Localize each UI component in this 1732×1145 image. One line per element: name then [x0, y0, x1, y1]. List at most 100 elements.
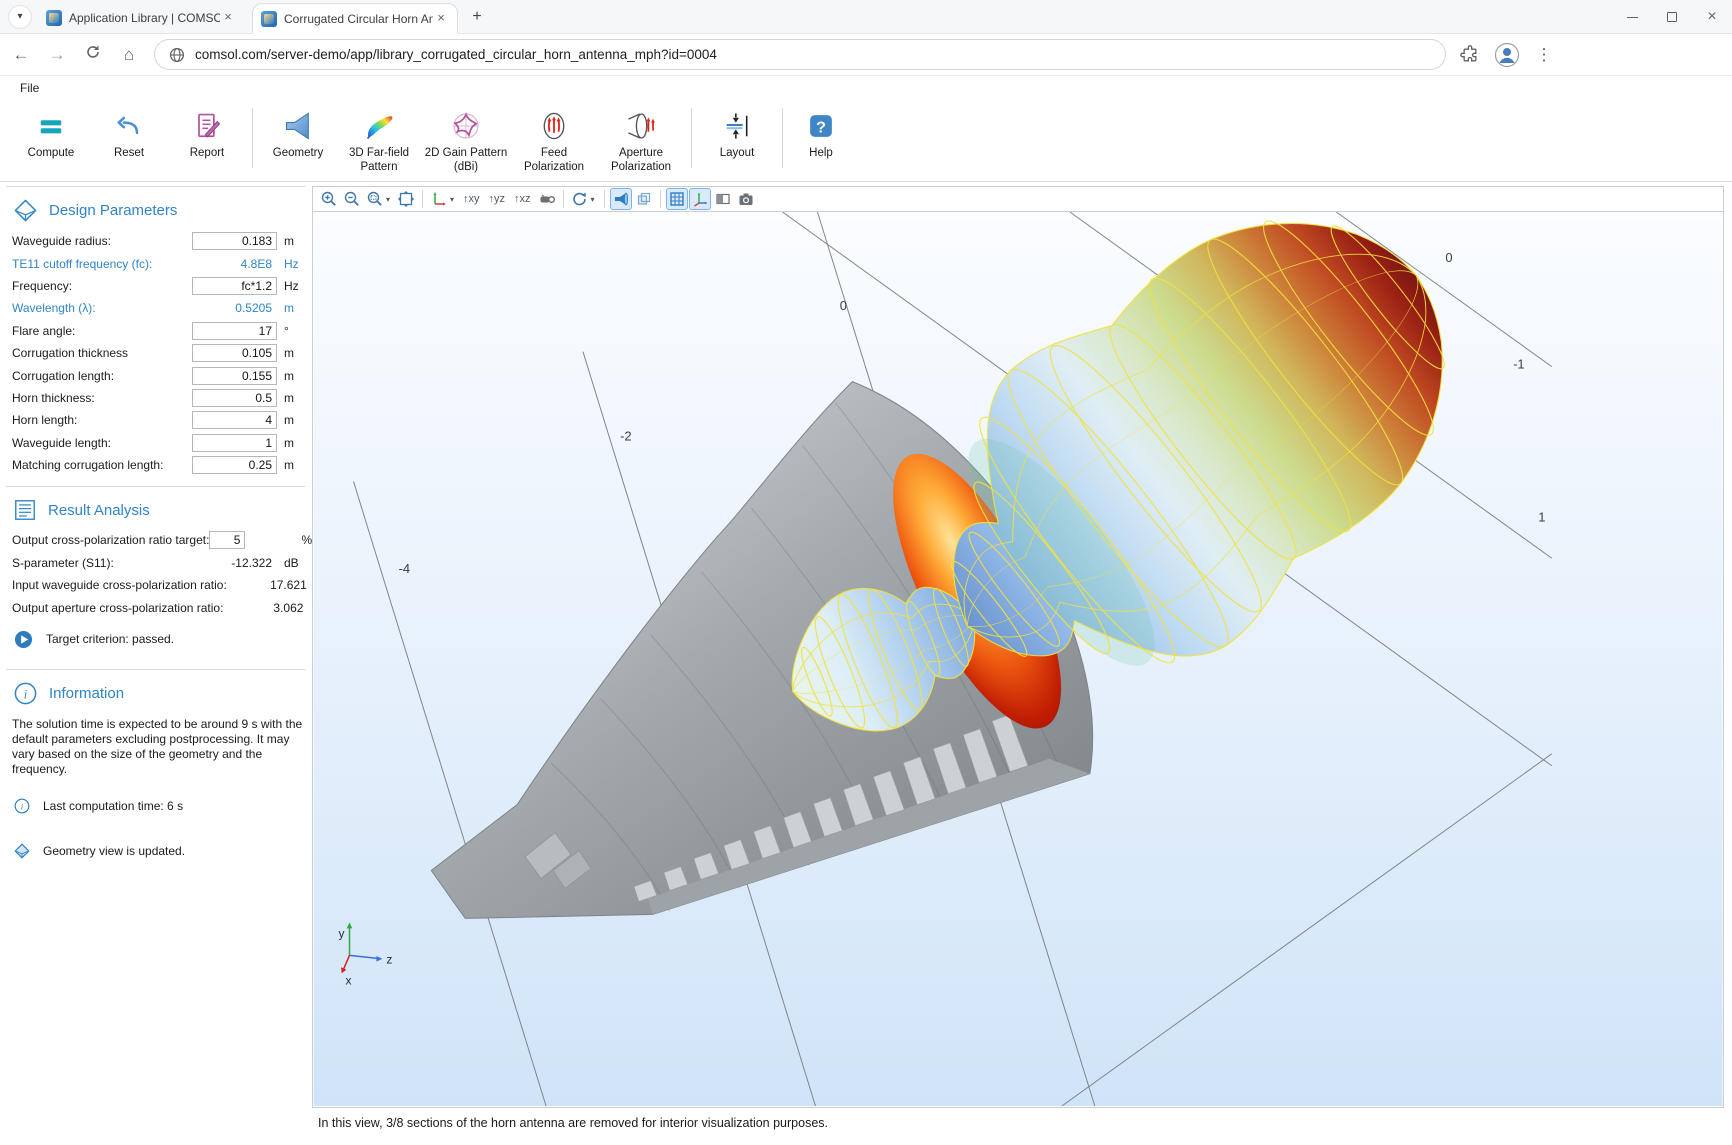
param-row-waveguide-length: Waveguide length: m: [0, 432, 311, 454]
3d-scene[interactable]: 0 -2 -4 0 -1 1 y z x: [313, 212, 1723, 1106]
svg-text:i: i: [21, 801, 24, 811]
compute-button[interactable]: Compute: [12, 100, 90, 161]
waveguide-length-input[interactable]: [192, 434, 277, 452]
toolbar-separator: [604, 190, 605, 208]
design-parameters-icon: [13, 198, 38, 223]
zoom-box-button[interactable]: ▾: [364, 188, 394, 210]
reset-button[interactable]: Reset: [90, 100, 168, 161]
layout-button[interactable]: Layout: [698, 100, 776, 161]
horn-length-input[interactable]: [192, 411, 277, 429]
scene-light-button[interactable]: [536, 188, 558, 210]
aperture-polarization-button[interactable]: Aperture Polarization: [597, 100, 685, 174]
tab-close-icon[interactable]: ×: [433, 11, 449, 27]
feed-polarization-button[interactable]: Feed Polarization: [511, 100, 597, 174]
orientation-axes-toggle[interactable]: [689, 188, 711, 210]
chevron-down-icon[interactable]: ▾: [448, 195, 456, 204]
show-farfield-toggle[interactable]: [610, 188, 632, 210]
zoom-out-icon: [343, 190, 361, 208]
tab-title: Corrugated Circular Horn Anten: [284, 12, 433, 26]
help-button[interactable]: ? Help: [789, 100, 853, 161]
toolbar-separator: [563, 190, 564, 208]
farfield-lobe-icon: [363, 110, 395, 142]
divider: [6, 186, 305, 187]
report-button[interactable]: Report: [168, 100, 246, 161]
extensions-icon[interactable]: [1460, 45, 1480, 65]
view-caption: In this view, 3/8 sections of the horn a…: [318, 1116, 828, 1130]
cross-polarization-target-input[interactable]: [209, 531, 245, 549]
home-button[interactable]: ⌂: [114, 40, 144, 70]
section-title: Result Analysis: [48, 502, 150, 519]
chevron-down-icon[interactable]: ▾: [384, 195, 392, 204]
comsol-favicon: [261, 11, 277, 27]
grid-toggle[interactable]: [666, 188, 688, 210]
tab-search-button[interactable]: ▾: [8, 5, 32, 29]
url-text: comsol.com/server-demo/app/library_corru…: [195, 47, 717, 62]
window-controls: ×: [1612, 0, 1732, 34]
file-menu[interactable]: File: [14, 79, 45, 97]
svg-text:i: i: [24, 687, 28, 701]
section-title: Design Parameters: [49, 202, 177, 219]
snapshot-button[interactable]: [735, 188, 757, 210]
zoom-extents-button[interactable]: [395, 188, 417, 210]
help-icon: ?: [805, 110, 837, 142]
new-tab-button[interactable]: +: [466, 7, 488, 29]
transparency-toggle[interactable]: [633, 188, 655, 210]
view-yz-button[interactable]: ↑yz: [485, 188, 510, 210]
toolbar-separator: [691, 108, 692, 168]
rotate-icon: [571, 190, 589, 208]
browser-menu-button[interactable]: ⋮: [1534, 45, 1554, 65]
toolbar-separator: [660, 190, 661, 208]
sidebar: Design Parameters Waveguide radius: m TE…: [0, 183, 311, 1145]
background-color-toggle[interactable]: [712, 188, 734, 210]
zoom-extents-icon: [397, 190, 415, 208]
window-maximize-button[interactable]: [1652, 0, 1692, 34]
corrugation-thickness-input[interactable]: [192, 344, 277, 362]
zoom-in-button[interactable]: [318, 188, 340, 210]
horn-thickness-input[interactable]: [192, 389, 277, 407]
result-analysis-header: Result Analysis: [0, 490, 311, 529]
divider: [6, 669, 305, 670]
gain-2d-button[interactable]: 2D Gain Pattern (dBi): [421, 100, 511, 174]
information-paragraph: The solution time is expected to be arou…: [0, 713, 311, 779]
grid-icon: [668, 190, 686, 208]
reload-icon: [85, 44, 101, 60]
layout-icon: [721, 110, 753, 142]
z-axis-label: z: [386, 952, 392, 966]
frequency-input[interactable]: [192, 277, 277, 295]
back-button[interactable]: ←: [6, 40, 36, 70]
tab-close-icon[interactable]: ×: [220, 10, 236, 26]
geometry-button[interactable]: Geometry: [259, 100, 337, 161]
result-row-target: Output cross-polarization ratio target: …: [0, 529, 311, 551]
tab-title: Application Library | COMSOL S: [69, 11, 220, 25]
window-close-button[interactable]: ×: [1692, 0, 1732, 34]
aperture-polarization-icon: [625, 110, 657, 142]
divider: [6, 486, 305, 487]
browser-tab-application-library[interactable]: Application Library | COMSOL S ×: [38, 3, 244, 33]
reset-icon: [113, 110, 145, 142]
corrugation-length-input[interactable]: [192, 367, 277, 385]
graphics-viewport[interactable]: 0 -2 -4 0 -1 1 y z x: [312, 212, 1724, 1108]
waveguide-radius-input[interactable]: [192, 232, 277, 250]
window-minimize-button[interactable]: [1612, 0, 1652, 34]
forward-button[interactable]: →: [42, 40, 72, 70]
rotate-view-button[interactable]: ▾: [569, 188, 599, 210]
go-to-view-button[interactable]: ▾: [428, 188, 458, 210]
result-row-input-cross-polarization: Input waveguide cross-polarization ratio…: [0, 574, 311, 596]
address-bar[interactable]: comsol.com/server-demo/app/library_corru…: [154, 39, 1446, 70]
flare-angle-input[interactable]: [192, 322, 277, 340]
farfield-3d-button[interactable]: 3D Far-field Pattern: [337, 100, 421, 174]
zoom-out-button[interactable]: [341, 188, 363, 210]
toolbar-separator: [422, 190, 423, 208]
svg-text:?: ?: [816, 119, 826, 136]
view-xz-button[interactable]: ↑xz: [510, 188, 535, 210]
browser-tab-horn-antenna[interactable]: Corrugated Circular Horn Anten ×: [252, 3, 458, 33]
matching-corrugation-length-input[interactable]: [192, 456, 277, 474]
play-status-icon: [14, 630, 33, 649]
chevron-down-icon[interactable]: ▾: [589, 195, 597, 204]
view-xy-button[interactable]: ↑xy: [459, 188, 484, 210]
profile-avatar[interactable]: [1494, 42, 1520, 68]
polar-plot-icon: [450, 110, 482, 142]
axis-tick: -4: [399, 561, 411, 576]
reload-button[interactable]: [78, 40, 108, 70]
camera-icon: [737, 190, 755, 208]
